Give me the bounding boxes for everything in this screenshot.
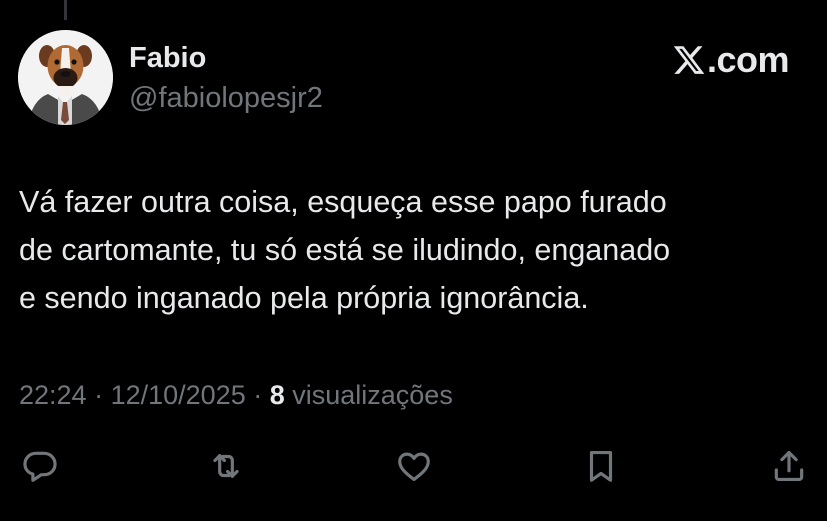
like-button[interactable] <box>392 444 436 488</box>
action-bar <box>0 444 827 488</box>
author-display-name[interactable]: Fabio <box>129 40 206 76</box>
bookmark-button[interactable] <box>579 444 623 488</box>
meta-separator: · <box>245 380 270 410</box>
bookmark-icon <box>589 450 613 482</box>
retweet-button[interactable] <box>204 444 248 488</box>
avatar[interactable] <box>18 30 113 125</box>
x-logo-icon <box>673 46 705 74</box>
reply-icon <box>23 451 57 482</box>
share-icon <box>774 450 804 482</box>
views-label: visualizações <box>284 380 453 410</box>
x-brand-watermark: .com <box>672 39 790 80</box>
tweet-date[interactable]: 12/10/2025 <box>111 380 246 410</box>
author-handle[interactable]: @fabiolopesjr2 <box>129 80 323 116</box>
thread-connector-line <box>64 0 67 20</box>
tweet-text: Vá fazer outra coisa, esqueça esse papo … <box>19 185 671 315</box>
tweet-time[interactable]: 22:24 <box>19 380 87 410</box>
reply-button[interactable] <box>18 444 62 488</box>
brand-text: .com <box>706 39 790 80</box>
heart-icon <box>398 452 430 482</box>
share-button[interactable] <box>767 444 811 488</box>
boxer-dog-avatar-icon <box>18 30 113 125</box>
views-count: 8 <box>269 380 285 410</box>
tweet-meta: 22:24 · 12/10/2025 · 8 visualizações <box>19 377 453 413</box>
meta-separator: · <box>86 380 111 410</box>
retweet-icon <box>213 454 239 478</box>
